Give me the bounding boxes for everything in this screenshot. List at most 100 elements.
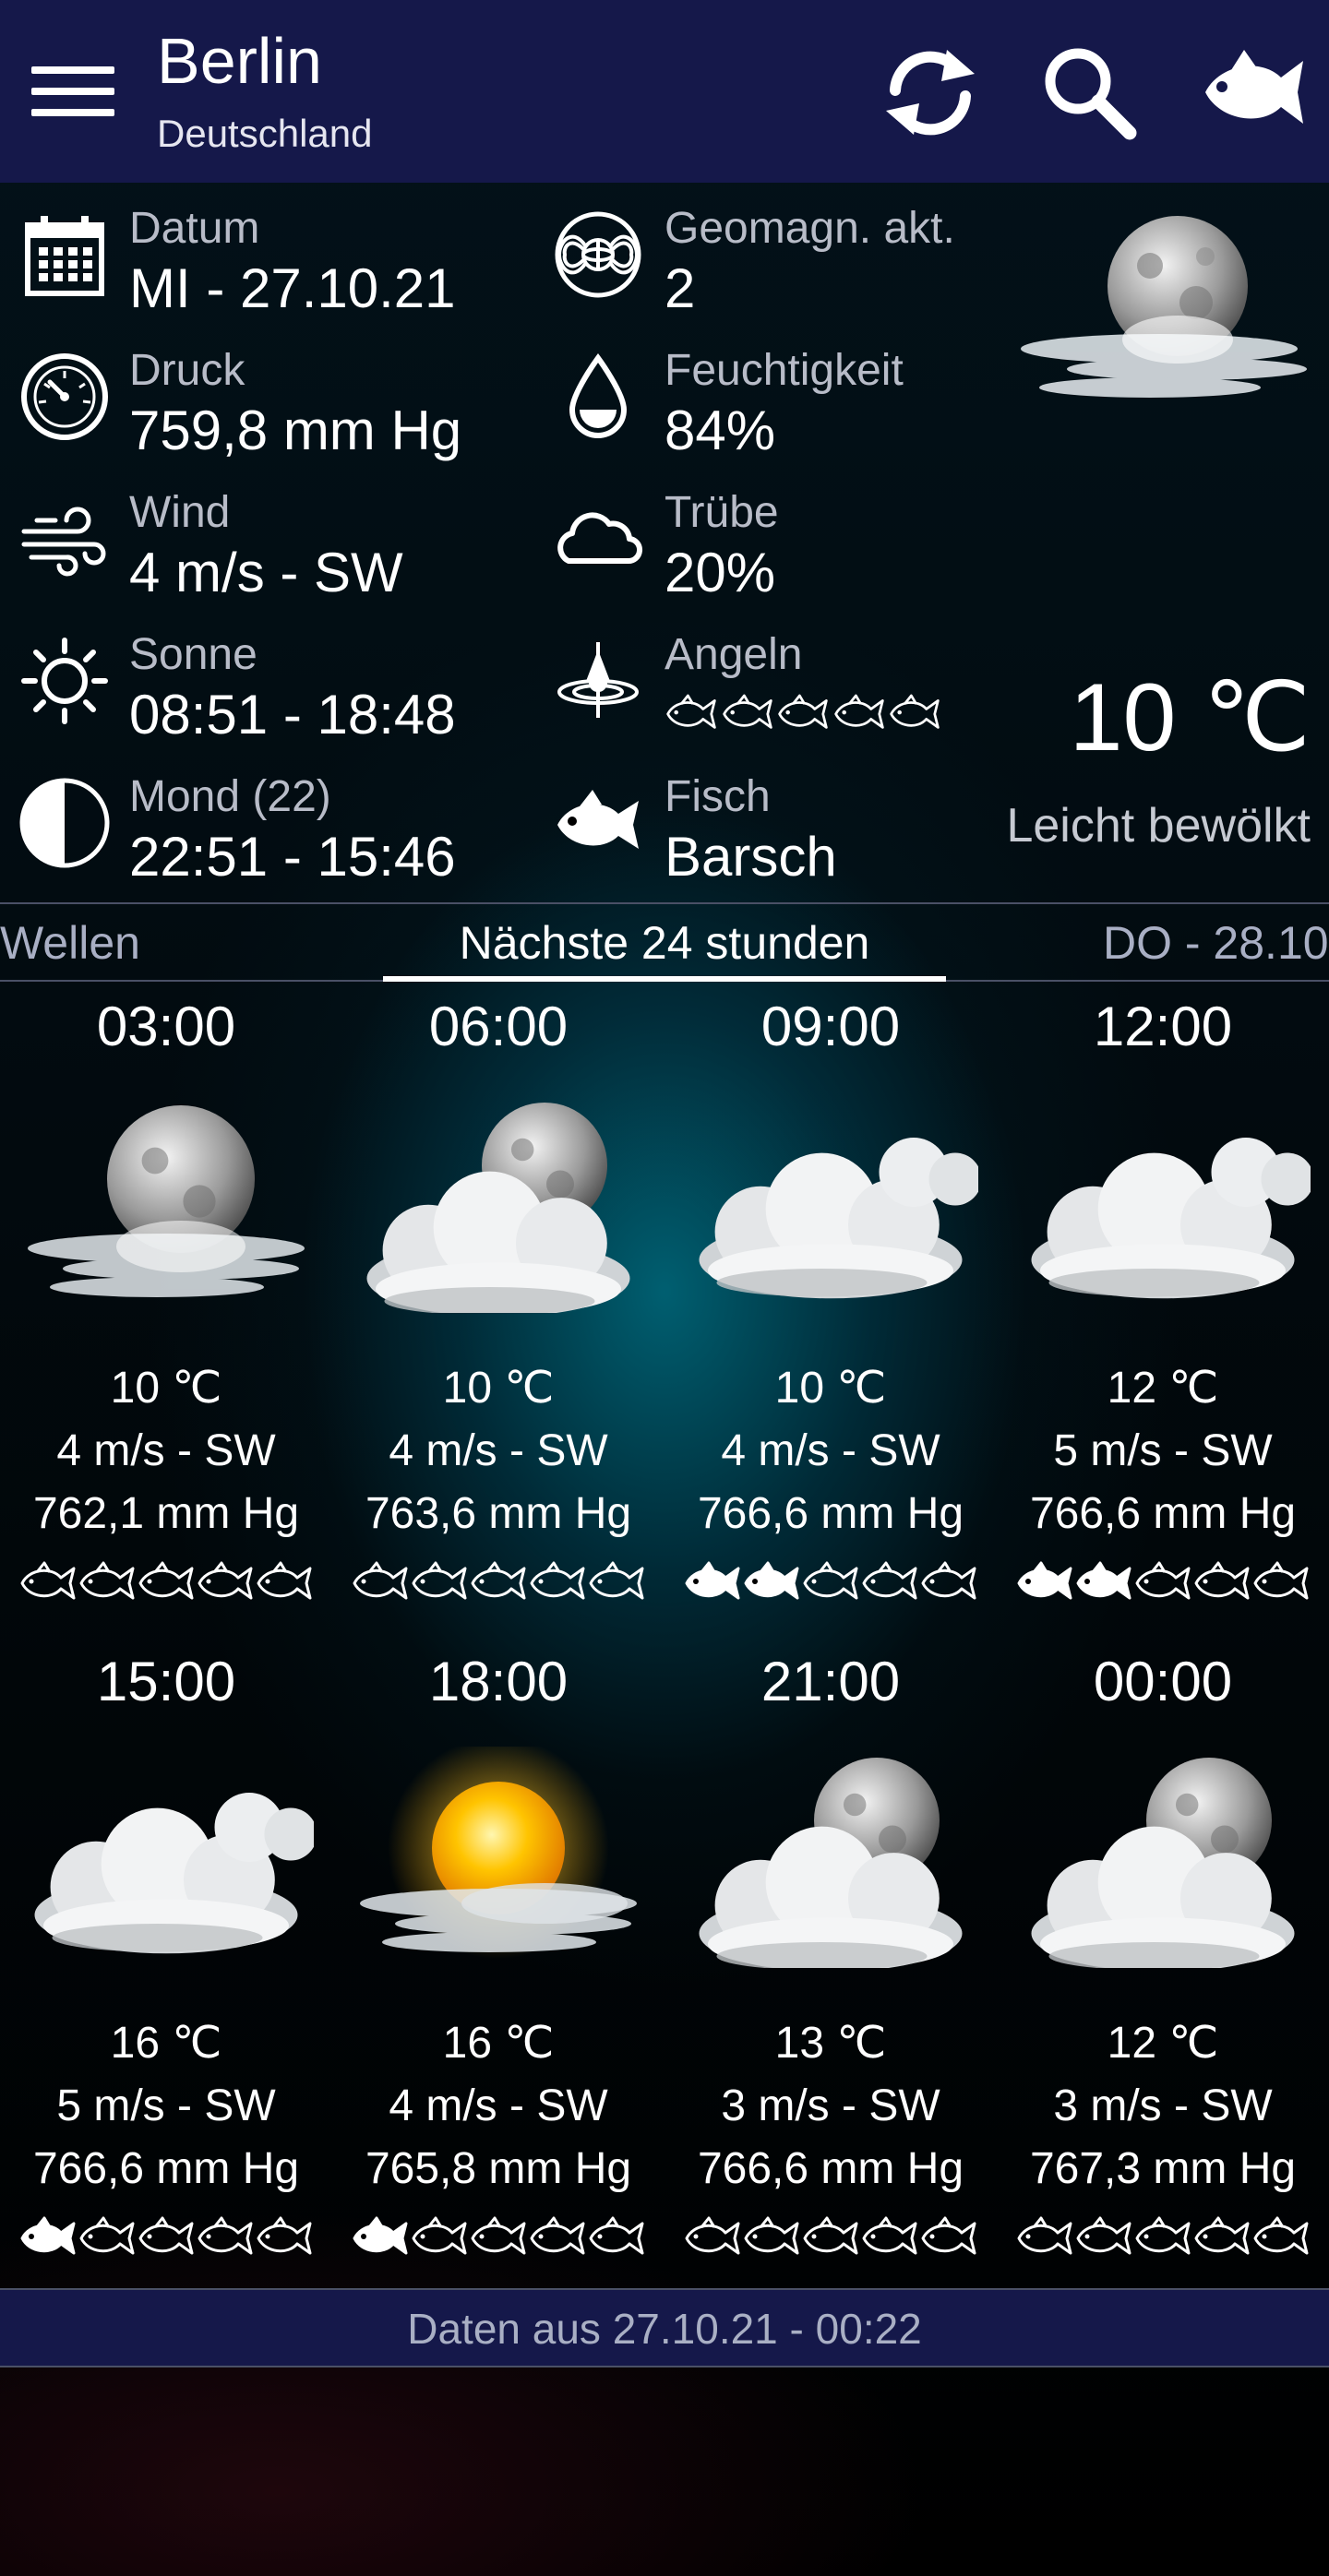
fish-filled-icon <box>18 2214 78 2260</box>
moon-phase-icon <box>18 777 111 869</box>
sun-fog-icon <box>351 1737 646 1968</box>
forecast-temperature: 16 ℃ <box>110 2019 222 2068</box>
geomagnetic-icon <box>552 209 644 301</box>
wind-icon <box>18 493 111 585</box>
calendar-icon <box>18 209 111 301</box>
fish-outline-icon <box>587 2214 646 2260</box>
fish-outline-icon <box>528 1559 587 1605</box>
forecast-cell[interactable]: 00:00 12 ℃ 3 m/s - SW 767,3 mm Hg <box>997 1650 1329 2305</box>
fish-outline-icon <box>721 692 774 734</box>
fish-outline-icon <box>832 692 886 734</box>
forecast-cell[interactable]: 06:00 10 ℃ 4 m/s - SW 763,6 mm Hg <box>332 995 664 1650</box>
cloud-cover-icon <box>552 493 644 585</box>
city-name[interactable]: Berlin <box>157 24 322 98</box>
fish-outline-icon <box>410 2214 469 2260</box>
fishing-label: Angeln <box>664 630 803 679</box>
forecast-cell[interactable]: 03:00 10 ℃ 4 m/s - SW 762,1 mm Hg <box>0 995 332 1650</box>
fish-outline-icon <box>78 2214 137 2260</box>
sun-value: 08:51 - 18:48 <box>129 684 456 745</box>
cloud-icon <box>683 1091 982 1313</box>
moon-value: 22:51 - 15:46 <box>129 826 456 888</box>
fish-outline-icon <box>351 1559 410 1605</box>
fish-outline-icon <box>1251 2214 1311 2260</box>
forecast-temperature: 13 ℃ <box>774 2019 887 2068</box>
forecast-wind: 4 m/s - SW <box>56 1426 276 1475</box>
forecast-time: 09:00 <box>760 996 901 1057</box>
pressure-value: 759,8 mm Hg <box>129 400 462 461</box>
search-icon[interactable] <box>1034 37 1144 148</box>
fish-outline-icon <box>528 2214 587 2260</box>
menu-icon[interactable] <box>28 61 118 122</box>
forecast-cell[interactable]: 21:00 13 ℃ 3 m/s - SW 766,6 mm Hg <box>664 1650 997 2305</box>
forecast-fishing-rating <box>18 1559 314 1605</box>
forecast-fishing-rating <box>1015 2214 1311 2260</box>
forecast-fishing-rating <box>351 1559 646 1605</box>
forecast-fishing-rating <box>351 2214 646 2260</box>
forecast-cell[interactable]: 09:00 10 ℃ 4 m/s - SW 766,6 mm Hg <box>664 995 997 1650</box>
forecast-pressure: 766,6 mm Hg <box>697 1489 964 1538</box>
forecast-pressure: 765,8 mm Hg <box>365 2144 632 2193</box>
current-conditions: Datum MI - 27.10.21 Druck 759,8 mm Hg Wi… <box>0 183 1329 902</box>
fishing-float-icon <box>552 635 644 727</box>
forecast-time: 03:00 <box>96 996 236 1057</box>
sun-icon <box>18 635 111 727</box>
fish-outline-icon <box>410 1559 469 1605</box>
forecast-fishing-rating <box>683 1559 978 1605</box>
forecast-wind: 5 m/s - SW <box>1053 1426 1273 1475</box>
date-value: MI - 27.10.21 <box>129 257 456 319</box>
date-label: Datum <box>129 204 260 253</box>
fish-outline-icon <box>196 2214 255 2260</box>
fish-outline-icon <box>1133 2214 1192 2260</box>
forecast-wind: 4 m/s - SW <box>389 1426 608 1475</box>
fish-filled-icon <box>683 1559 742 1605</box>
country-name[interactable]: Deutschland <box>157 109 372 159</box>
fishing-rating <box>664 692 941 736</box>
fish-filled-icon <box>742 1559 801 1605</box>
fish-outline-icon <box>742 2214 801 2260</box>
fish-outline-icon <box>664 692 718 734</box>
fish-outline-icon <box>469 1559 528 1605</box>
fish-outline-icon <box>919 2214 978 2260</box>
moon-cloud-icon <box>683 1747 978 1973</box>
moon-fog-icon <box>18 1091 314 1313</box>
fish-value: Barsch <box>664 826 837 888</box>
forecast-cell[interactable]: 15:00 16 ℃ 5 m/s - SW 766,6 mm Hg <box>0 1650 332 2305</box>
forecast-wind: 4 m/s - SW <box>389 2081 608 2130</box>
forecast-pressure: 766,6 mm Hg <box>697 2144 964 2193</box>
forecast-temperature: 10 ℃ <box>110 1364 222 1413</box>
tab-next-day[interactable]: DO - 28.10 <box>1103 915 1329 971</box>
refresh-icon[interactable] <box>875 37 986 148</box>
fish-outline-icon <box>196 1559 255 1605</box>
fish-outline-icon <box>1192 1559 1251 1605</box>
forecast-time: 12:00 <box>1093 996 1233 1057</box>
fish-outline-icon <box>776 692 830 734</box>
cloud-cover-value: 20% <box>664 542 776 603</box>
barometer-icon <box>18 351 111 443</box>
forecast-temperature: 12 ℃ <box>1107 2019 1219 2068</box>
moon-label: Mond (22) <box>129 772 331 821</box>
forecast-pressure: 766,6 mm Hg <box>1029 1489 1297 1538</box>
forecast-temperature: 16 ℃ <box>442 2019 555 2068</box>
fish-icon[interactable] <box>1196 37 1307 148</box>
geomagnetic-value: 2 <box>664 257 696 319</box>
day-tabs: Wellen Nächste 24 stunden DO - 28.10 <box>0 902 1329 982</box>
fish-filled-icon <box>1015 1559 1074 1605</box>
fish-outline-icon <box>1015 2214 1074 2260</box>
fish-outline-icon <box>78 1559 137 1605</box>
forecast-wind: 3 m/s - SW <box>1053 2081 1273 2130</box>
forecast-wind: 4 m/s - SW <box>721 1426 940 1475</box>
forecast-cell[interactable]: 18:00 16 ℃ 4 m/s - SW 765,8 mm Hg <box>332 1650 664 2305</box>
forecast-time: 18:00 <box>428 1651 569 1712</box>
humidity-icon <box>552 351 644 443</box>
fish-filled-icon <box>1074 1559 1133 1605</box>
forecast-fishing-rating <box>1015 1559 1311 1605</box>
forecast-time: 21:00 <box>760 1651 901 1712</box>
fish-label: Fisch <box>664 772 771 821</box>
forecast-wind: 3 m/s - SW <box>721 2081 940 2130</box>
forecast-time: 06:00 <box>428 996 569 1057</box>
moon-cloud-fog-icon <box>1012 210 1316 413</box>
forecast-cell[interactable]: 12:00 12 ℃ 5 m/s - SW 766,6 mm Hg <box>997 995 1329 1650</box>
fish-outline-icon <box>1133 1559 1192 1605</box>
cloud-icon <box>1015 1091 1314 1313</box>
moon-cloud-icon <box>351 1091 646 1318</box>
